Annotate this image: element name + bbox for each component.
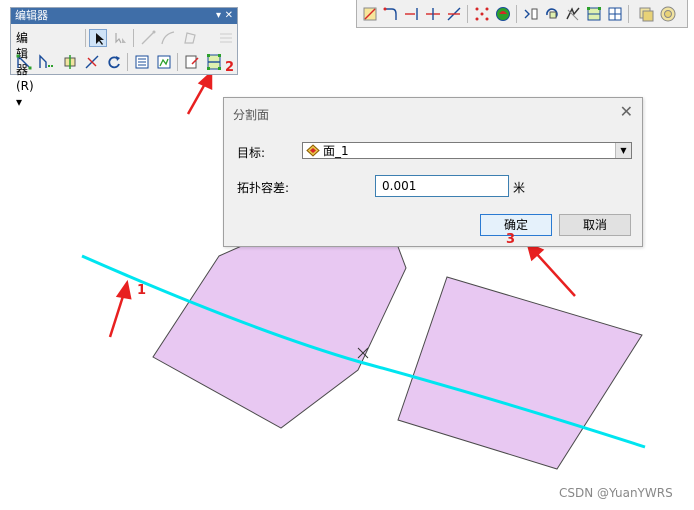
dialog-close-icon[interactable]: ✕ bbox=[620, 102, 633, 121]
split-tool-icon[interactable] bbox=[83, 53, 101, 71]
toolbar-close-icon[interactable]: ✕ bbox=[225, 8, 233, 24]
replace-geometry-icon[interactable] bbox=[543, 5, 561, 23]
toolbar-separator bbox=[177, 53, 178, 71]
line-intersection-icon[interactable] bbox=[445, 5, 463, 23]
reshape-feature-icon[interactable] bbox=[37, 53, 55, 71]
advanced-editing-toolbar bbox=[356, 0, 688, 28]
trim-icon[interactable] bbox=[424, 5, 442, 23]
edit-vertices-icon[interactable] bbox=[15, 53, 33, 71]
dialog-title: 分割面 bbox=[233, 108, 270, 122]
construct-polygons-icon[interactable] bbox=[585, 5, 603, 23]
cut-polygons-icon[interactable] bbox=[61, 53, 79, 71]
edit-tool-pointer-icon[interactable] bbox=[89, 29, 107, 47]
sketch-properties-icon[interactable] bbox=[155, 53, 173, 71]
sketch-tools-icon[interactable] bbox=[217, 29, 235, 47]
create-features-icon[interactable] bbox=[183, 53, 201, 71]
toolbar-separator bbox=[516, 5, 517, 23]
extend-icon[interactable] bbox=[403, 5, 421, 23]
editor-toolbar-title: 编辑器 bbox=[15, 9, 48, 22]
arrow-annotation-3 bbox=[526, 241, 576, 297]
step-label-2: 2 bbox=[225, 60, 235, 75]
toolbar-separator bbox=[85, 29, 86, 47]
target-layer-select[interactable]: 面_1 ▼ bbox=[302, 142, 632, 159]
generalize-icon[interactable] bbox=[494, 5, 512, 23]
rotate-tool-icon[interactable] bbox=[105, 53, 123, 71]
arrow-annotation-2 bbox=[186, 70, 213, 115]
chevron-down-icon: ▾ bbox=[16, 95, 23, 109]
ok-button[interactable]: 确定 bbox=[480, 214, 552, 236]
toolbar-separator bbox=[133, 29, 134, 47]
attributes-icon[interactable] bbox=[133, 53, 151, 71]
target-label: 目标: bbox=[237, 146, 266, 160]
buffer-icon[interactable] bbox=[659, 5, 677, 23]
toolbar-options-icon[interactable]: ▾ bbox=[216, 8, 221, 24]
step-label-3: 3 bbox=[506, 232, 516, 247]
editor-toolbar: 编辑器 ▾ ✕ 编辑器(R) ▾ bbox=[10, 7, 238, 109]
target-layer-value: 面_1 bbox=[323, 144, 349, 158]
polygon-right[interactable] bbox=[397, 276, 643, 470]
arrow-annotation-1 bbox=[108, 279, 132, 338]
copy-features-icon[interactable] bbox=[361, 5, 379, 23]
watermark: CSDN @YuanYWRS bbox=[559, 486, 673, 500]
split-polygons-icon[interactable] bbox=[205, 53, 223, 71]
copy-parallel-icon[interactable] bbox=[637, 5, 655, 23]
straight-segment-icon[interactable] bbox=[139, 29, 157, 47]
polygon-layer-icon bbox=[306, 144, 320, 157]
dropdown-arrow-icon[interactable]: ▼ bbox=[615, 143, 631, 158]
cancel-button[interactable]: 取消 bbox=[559, 214, 631, 236]
map-canvas[interactable] bbox=[0, 0, 694, 510]
fillet-icon[interactable] bbox=[382, 5, 400, 23]
split-polygons-dialog: 分割面 ✕ 目标: 面_1 ▼ 拓扑容差: 米 确定 取消 bbox=[223, 97, 643, 247]
edit-annotation-tool-icon[interactable] bbox=[111, 29, 129, 47]
toolbar-separator bbox=[628, 5, 629, 23]
explode-icon[interactable] bbox=[473, 5, 491, 23]
step-label-1: 1 bbox=[137, 283, 147, 298]
split-polygons-advanced-icon[interactable] bbox=[606, 5, 624, 23]
align-to-shape-icon[interactable] bbox=[522, 5, 540, 23]
tolerance-input[interactable] bbox=[375, 175, 509, 197]
editor-toolbar-titlebar[interactable]: 编辑器 ▾ ✕ bbox=[11, 8, 237, 24]
tolerance-unit: 米 bbox=[513, 181, 526, 195]
tolerance-label: 拓扑容差: bbox=[237, 181, 290, 195]
toolbar-separator bbox=[467, 5, 468, 23]
end-point-arc-icon[interactable] bbox=[159, 29, 177, 47]
construction-tools-icon[interactable] bbox=[181, 29, 199, 47]
toolbar-separator bbox=[127, 53, 128, 71]
smooth-tool-icon[interactable] bbox=[564, 5, 582, 23]
